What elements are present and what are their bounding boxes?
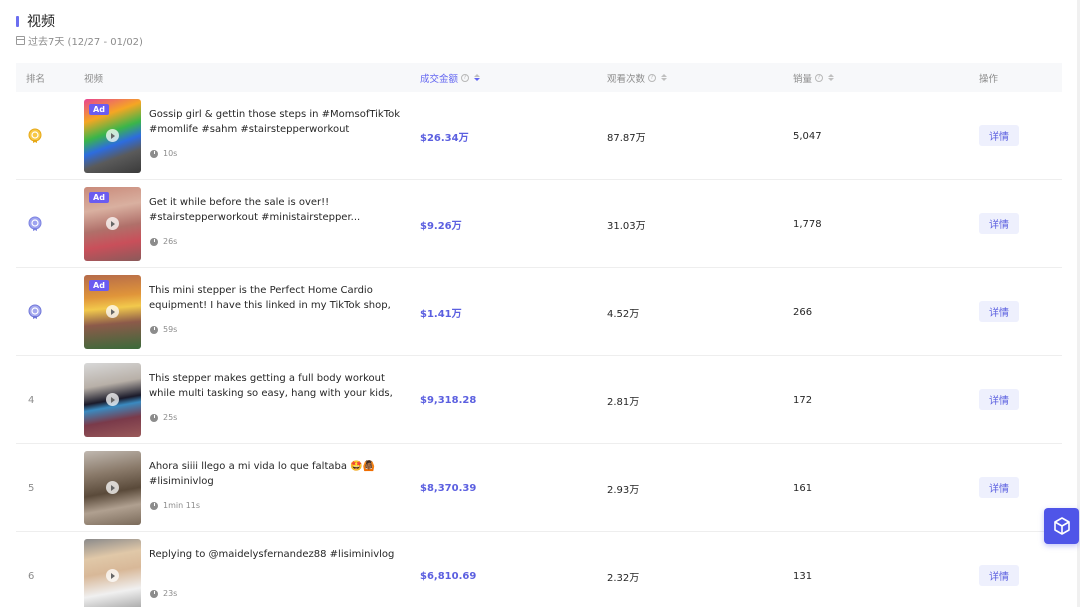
bronze-medal-icon bbox=[28, 304, 42, 319]
header-views[interactable]: 观看次数 ? bbox=[607, 71, 668, 85]
clock-icon bbox=[150, 589, 158, 598]
calendar-icon bbox=[16, 36, 25, 45]
table-header: 排名 视频 成交金额 ? 观看次数 ? 销量 ? 操作 bbox=[16, 63, 1062, 92]
table-row[interactable]: Ad This mini stepper is the Perfect Home… bbox=[16, 268, 1062, 356]
gmv-value: $9.26万 bbox=[420, 220, 462, 232]
details-button[interactable]: 详情 bbox=[979, 301, 1019, 322]
views-value: 2.81万 bbox=[607, 396, 640, 408]
views-value: 4.52万 bbox=[607, 308, 640, 320]
sales-value: 5,047 bbox=[793, 130, 822, 142]
views-value: 2.93万 bbox=[607, 484, 640, 496]
play-icon[interactable] bbox=[106, 481, 119, 494]
video-description[interactable]: This mini stepper is the Perfect Home Ca… bbox=[149, 283, 405, 313]
header-video: 视频 bbox=[84, 73, 104, 85]
header-action: 操作 bbox=[979, 73, 999, 85]
sort-icon[interactable] bbox=[474, 74, 481, 81]
play-icon[interactable] bbox=[106, 305, 119, 318]
table-row[interactable]: Ad Get it while before the sale is over!… bbox=[16, 180, 1062, 268]
rank-number: 6 bbox=[28, 570, 35, 582]
play-icon[interactable] bbox=[106, 129, 119, 142]
silver-medal-icon bbox=[28, 216, 42, 231]
help-icon[interactable]: ? bbox=[648, 73, 657, 82]
clock-icon bbox=[150, 237, 158, 246]
video-duration: 26s bbox=[150, 237, 177, 246]
gmv-value: $6,810.69 bbox=[420, 570, 477, 582]
video-thumbnail[interactable] bbox=[84, 363, 141, 437]
details-button[interactable]: 详情 bbox=[979, 213, 1019, 234]
play-icon[interactable] bbox=[106, 393, 119, 406]
video-duration: 10s bbox=[150, 149, 177, 158]
video-description[interactable]: This stepper makes getting a full body w… bbox=[149, 371, 405, 401]
date-range: 过去7天 (12/27 - 01/02) bbox=[16, 33, 143, 48]
header-gmv[interactable]: 成交金额 ? bbox=[420, 71, 481, 85]
clock-icon bbox=[150, 413, 158, 422]
details-button[interactable]: 详情 bbox=[979, 565, 1019, 586]
video-thumbnail[interactable] bbox=[84, 451, 141, 525]
gold-medal-icon bbox=[28, 128, 42, 143]
video-thumbnail[interactable]: Ad bbox=[84, 187, 141, 261]
sales-value: 266 bbox=[793, 306, 813, 318]
details-button[interactable]: 详情 bbox=[979, 477, 1019, 498]
play-icon[interactable] bbox=[106, 569, 119, 582]
sort-icon[interactable] bbox=[828, 74, 835, 81]
video-thumbnail[interactable]: Ad bbox=[84, 275, 141, 349]
details-button[interactable]: 详情 bbox=[979, 125, 1019, 146]
date-range-label: 过去7天 (12/27 - 01/02) bbox=[28, 37, 143, 48]
ad-badge: Ad bbox=[89, 104, 109, 115]
views-value: 2.32万 bbox=[607, 572, 640, 584]
title-accent-bar bbox=[16, 15, 19, 27]
clock-icon bbox=[150, 501, 158, 510]
sales-value: 161 bbox=[793, 482, 813, 494]
gmv-value: $26.34万 bbox=[420, 132, 469, 144]
help-icon[interactable]: ? bbox=[815, 73, 824, 82]
video-ranking-table: 排名 视频 成交金额 ? 观看次数 ? 销量 ? 操作 Ad Gossip gi… bbox=[16, 63, 1062, 607]
views-value: 31.03万 bbox=[607, 220, 646, 232]
sort-icon[interactable] bbox=[661, 74, 668, 81]
ad-badge: Ad bbox=[89, 280, 109, 291]
rank-number: 5 bbox=[28, 482, 35, 494]
video-duration: 25s bbox=[150, 413, 177, 422]
table-row[interactable]: 6 Replying to @maidelysfernandez88 #lisi… bbox=[16, 532, 1062, 607]
sales-value: 1,778 bbox=[793, 218, 822, 230]
ad-badge: Ad bbox=[89, 192, 109, 203]
video-thumbnail[interactable] bbox=[84, 539, 141, 607]
help-icon[interactable]: ? bbox=[461, 73, 470, 82]
clock-icon bbox=[150, 325, 158, 334]
gmv-value: $9,318.28 bbox=[420, 394, 477, 406]
video-thumbnail[interactable]: Ad bbox=[84, 99, 141, 173]
video-duration: 23s bbox=[150, 589, 177, 598]
rank-number: 4 bbox=[28, 394, 35, 406]
clock-icon bbox=[150, 149, 158, 158]
section-title: 视频 bbox=[27, 14, 55, 30]
section-header: 视频 bbox=[16, 11, 55, 31]
table-row[interactable]: 4 This stepper makes getting a full body… bbox=[16, 356, 1062, 444]
views-value: 87.87万 bbox=[607, 132, 646, 144]
video-description[interactable]: Ahora siiii llego a mi vida lo que falta… bbox=[149, 459, 405, 489]
floating-cube-button[interactable] bbox=[1044, 508, 1079, 544]
video-duration: 59s bbox=[150, 325, 177, 334]
sales-value: 172 bbox=[793, 394, 813, 406]
details-button[interactable]: 详情 bbox=[979, 389, 1019, 410]
table-row[interactable]: Ad Gossip girl & gettin those steps in #… bbox=[16, 92, 1062, 180]
video-description[interactable]: Gossip girl & gettin those steps in #Mom… bbox=[149, 107, 405, 137]
gmv-value: $1.41万 bbox=[420, 308, 462, 320]
header-sales[interactable]: 销量 ? bbox=[793, 71, 835, 85]
header-rank: 排名 bbox=[26, 73, 46, 85]
sales-value: 131 bbox=[793, 570, 813, 582]
video-description[interactable]: Get it while before the sale is over!! #… bbox=[149, 195, 405, 225]
video-duration: 1min 11s bbox=[150, 501, 200, 510]
gmv-value: $8,370.39 bbox=[420, 482, 477, 494]
table-row[interactable]: 5 Ahora siiii llego a mi vida lo que fal… bbox=[16, 444, 1062, 532]
cube-icon bbox=[1053, 517, 1070, 535]
play-icon[interactable] bbox=[106, 217, 119, 230]
video-description[interactable]: Replying to @maidelysfernandez88 #lisimi… bbox=[149, 547, 405, 562]
